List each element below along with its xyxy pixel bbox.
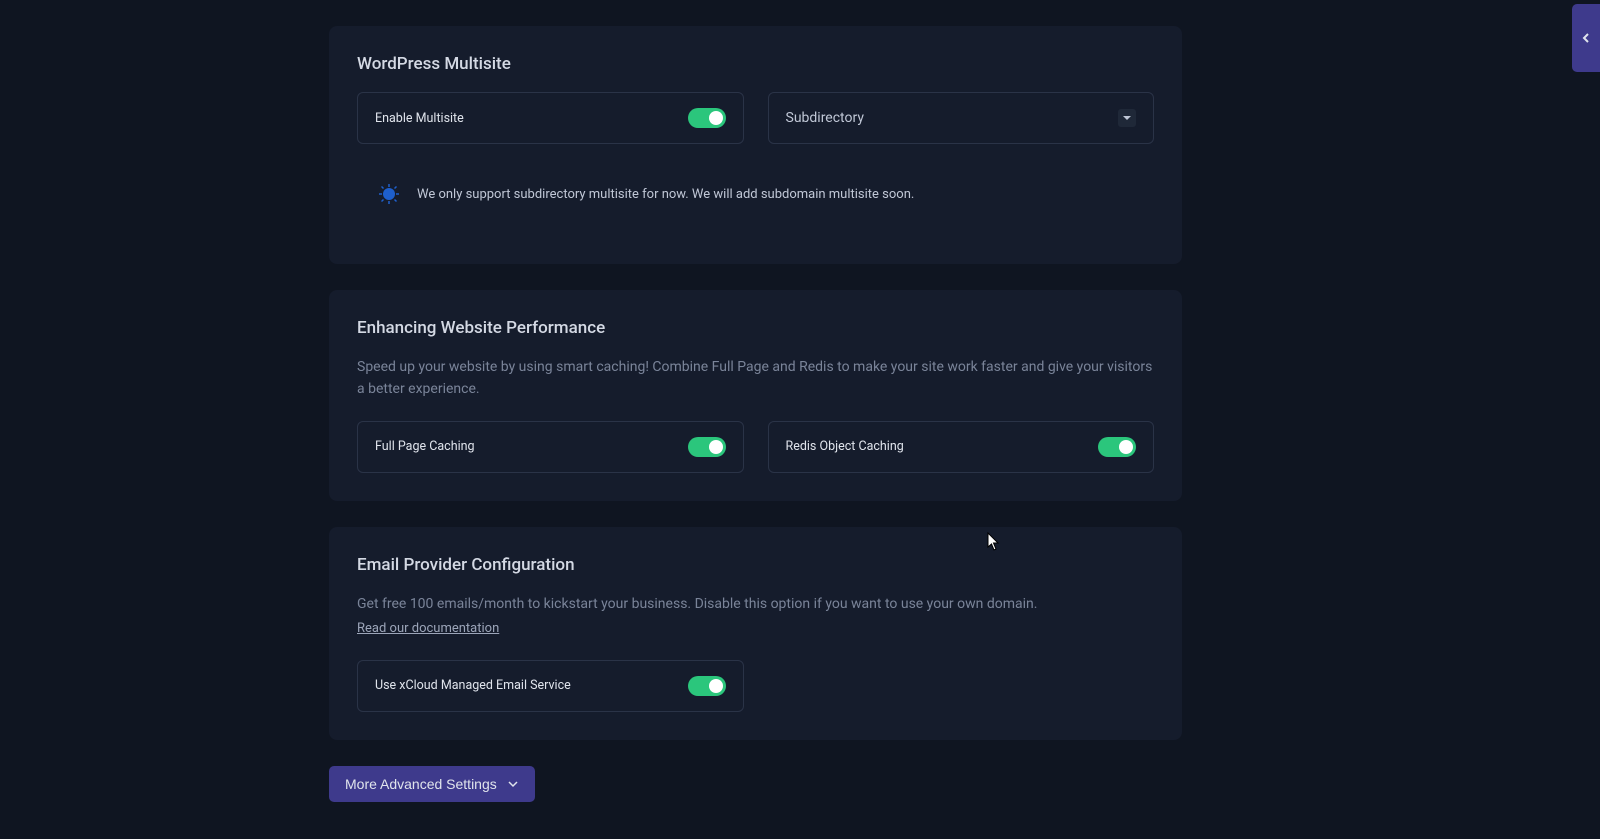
multisite-card: WordPress Multisite Enable Multisite Sub… (329, 26, 1182, 264)
enable-multisite-toggle[interactable] (688, 108, 726, 128)
full-page-caching-box: Full Page Caching (357, 421, 744, 473)
redis-caching-label: Redis Object Caching (786, 439, 904, 454)
main-content: WordPress Multisite Enable Multisite Sub… (329, 0, 1182, 802)
enable-multisite-label: Enable Multisite (375, 111, 464, 126)
email-description: Get free 100 emails/month to kickstart y… (357, 593, 1154, 640)
managed-email-toggle[interactable] (688, 676, 726, 696)
multisite-title: WordPress Multisite (357, 54, 1154, 74)
multisite-controls-row: Enable Multisite Subdirectory (357, 92, 1154, 144)
multisite-info-text: We only support subdirectory multisite f… (417, 187, 914, 202)
email-title: Email Provider Configuration (357, 555, 1154, 575)
performance-description: Speed up your website by using smart cac… (357, 356, 1154, 401)
email-description-text: Get free 100 emails/month to kickstart y… (357, 596, 1037, 612)
multisite-type-value: Subdirectory (786, 110, 864, 126)
advanced-button-label: More Advanced Settings (345, 776, 497, 792)
performance-title: Enhancing Website Performance (357, 318, 1154, 338)
lightbulb-icon (377, 182, 401, 206)
email-controls-row: Use xCloud Managed Email Service (357, 660, 1154, 712)
select-arrow-icon (1118, 109, 1136, 127)
chevron-down-icon (507, 778, 519, 790)
performance-controls-row: Full Page Caching Redis Object Caching (357, 421, 1154, 473)
documentation-link[interactable]: Read our documentation (357, 619, 499, 640)
more-advanced-settings-button[interactable]: More Advanced Settings (329, 766, 535, 802)
email-card: Email Provider Configuration Get free 10… (329, 527, 1182, 740)
full-page-caching-label: Full Page Caching (375, 439, 475, 454)
full-page-caching-toggle[interactable] (688, 437, 726, 457)
multisite-type-select[interactable]: Subdirectory (768, 92, 1155, 144)
left-sidebar-area (0, 0, 279, 839)
managed-email-box: Use xCloud Managed Email Service (357, 660, 744, 712)
redis-caching-toggle[interactable] (1098, 437, 1136, 457)
side-panel-collapse-button[interactable] (1572, 4, 1600, 72)
performance-card: Enhancing Website Performance Speed up y… (329, 290, 1182, 501)
managed-email-label: Use xCloud Managed Email Service (375, 678, 571, 693)
chevron-left-icon (1580, 32, 1592, 44)
redis-caching-box: Redis Object Caching (768, 421, 1155, 473)
multisite-info-panel: We only support subdirectory multisite f… (357, 162, 1154, 236)
enable-multisite-box: Enable Multisite (357, 92, 744, 144)
